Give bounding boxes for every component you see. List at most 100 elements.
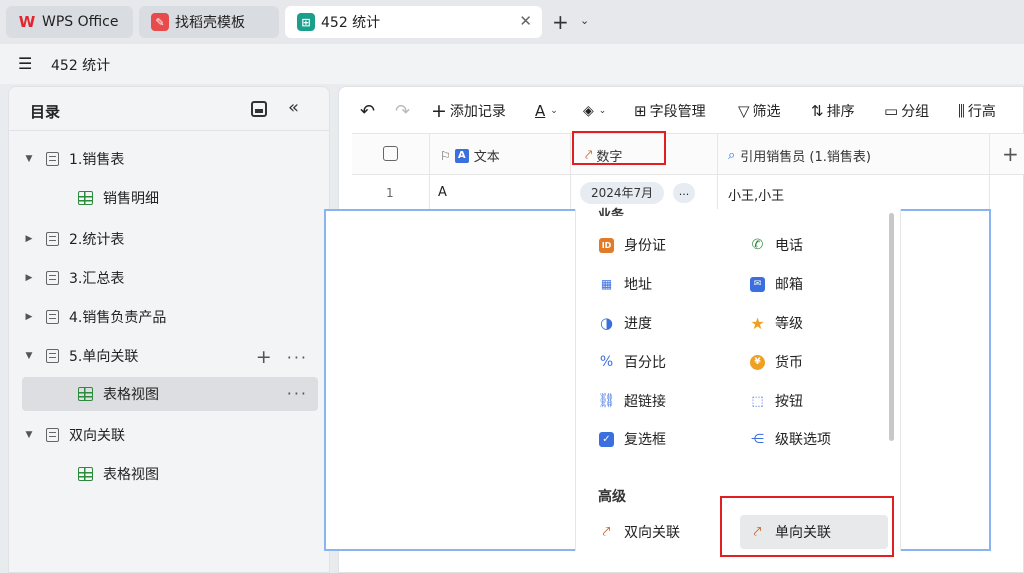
select-all-checkbox[interactable]	[383, 146, 398, 161]
tab-wps-office[interactable]: W WPS Office	[6, 6, 133, 38]
row-actions: + ···	[256, 346, 308, 368]
add-icon[interactable]: +	[256, 346, 274, 368]
option-label: 电话	[775, 238, 803, 254]
link-field-icon: ⤤	[602, 524, 611, 540]
tree-view-table-view[interactable]: 表格视图	[22, 457, 318, 491]
option-label: 货币	[775, 355, 803, 371]
tree-view-table-view-selected[interactable]: 表格视图 ···	[22, 377, 318, 411]
tree-folder-one-way-link[interactable]: ▼ 5.单向关联 + ···	[22, 339, 318, 373]
cascade-icon: ⋲	[751, 431, 764, 447]
tree-view-sales-detail[interactable]: 销售明细	[22, 181, 318, 215]
tree-folder-sales-products[interactable]: ▶ 4.销售负责产品	[22, 300, 318, 334]
expand-arrow-icon[interactable]: ▼	[22, 351, 36, 361]
add-column-icon[interactable]: +	[1002, 142, 1019, 166]
expand-arrow-icon[interactable]: ▶	[22, 234, 36, 244]
tree-folder-stats-table[interactable]: ▶ 2.统计表	[22, 222, 318, 256]
option-id-card[interactable]: ID 身份证	[599, 233, 666, 257]
tab-docer-templates[interactable]: ✎ 找稻壳模板	[139, 6, 279, 38]
cell-ref[interactable]: 小王,小王	[728, 185, 784, 204]
phone-icon: ✆	[751, 237, 764, 253]
new-tab-plus-icon[interactable]: +	[552, 10, 569, 34]
cell-text[interactable]: A	[438, 185, 447, 200]
text-field-icon: A	[454, 148, 469, 163]
undo-button[interactable]: ↶	[360, 100, 378, 122]
filter-button[interactable]: ▽ 筛选	[738, 100, 781, 122]
option-phone[interactable]: ✆ 电话	[750, 233, 803, 257]
more-icon[interactable]: ···	[287, 384, 308, 403]
chevron-down-icon[interactable]: ⌄	[580, 14, 589, 27]
close-icon[interactable]: ✕	[519, 12, 532, 30]
option-rating[interactable]: ★ 等级	[750, 311, 803, 335]
option-checkbox[interactable]: ✓ 复选框	[599, 427, 666, 451]
hamburger-menu-icon[interactable]: ☰	[18, 54, 32, 73]
grid-view-icon	[78, 467, 93, 481]
cell-tag[interactable]: 2024年7月	[580, 182, 665, 204]
redo-button[interactable]: ↷	[395, 100, 413, 122]
column-separator	[989, 133, 990, 219]
font-color-button[interactable]: A ⌄	[535, 100, 558, 122]
option-label: 百分比	[624, 355, 666, 371]
option-two-way-link[interactable]: ⤤ 双向关联	[599, 520, 680, 544]
folder-icon: ▭	[884, 102, 899, 120]
column-label: 文本	[473, 150, 500, 165]
option-label: 双向关联	[624, 525, 680, 541]
cell-more-button[interactable]: ...	[673, 183, 695, 203]
scrollbar[interactable]	[889, 213, 894, 441]
option-hyperlink[interactable]: ⛓ 超链接	[597, 389, 666, 413]
tree-label: 5.单向关联	[69, 349, 139, 365]
option-cascade[interactable]: ⋲ 级联选项	[750, 427, 831, 451]
table-icon	[46, 232, 59, 246]
tab-452-stats[interactable]: ⊞ 452 统计 ✕	[285, 6, 542, 38]
option-button[interactable]: ⬚ 按钮	[750, 389, 803, 413]
tree-folder-two-way-link[interactable]: ▼ 双向关联	[22, 418, 318, 452]
column-header-ref-salesperson[interactable]: ⌕ 引用销售员 (1.销售表)	[728, 146, 871, 165]
column-header-text[interactable]: ⚐ A 文本	[440, 146, 500, 165]
tree-label: 表格视图	[103, 467, 159, 483]
option-label: 级联选项	[775, 432, 831, 448]
group-button[interactable]: ▭ 分组	[884, 100, 929, 122]
tree-folder-sales-table[interactable]: ▼ 1.销售表	[22, 142, 318, 176]
table-icon	[46, 271, 59, 285]
undo-icon: ↶	[360, 100, 376, 122]
currency-icon: ¥	[750, 354, 765, 370]
building-icon: ▦	[600, 277, 613, 291]
column-label: 引用销售员 (1.销售表)	[740, 150, 871, 165]
tree-label: 2.统计表	[69, 232, 125, 248]
more-icon[interactable]: ···	[287, 348, 308, 367]
option-progress[interactable]: ◑ 进度	[599, 311, 652, 335]
option-label: 邮箱	[775, 277, 803, 293]
lookup-field-icon: ⌕	[728, 148, 736, 163]
expand-arrow-icon[interactable]: ▼	[22, 430, 36, 440]
flag-icon: ⚐	[440, 148, 451, 163]
tree-label: 3.汇总表	[69, 271, 125, 287]
fields-grid-icon: ⊞	[634, 102, 647, 120]
sort-button[interactable]: ⇅ 排序	[811, 100, 855, 122]
option-percent[interactable]: % 百分比	[599, 350, 666, 374]
grid-view-icon	[78, 387, 93, 401]
row-height-button[interactable]: ⫼ 行高	[958, 100, 996, 122]
wps-logo-icon: W	[18, 13, 36, 31]
add-record-button[interactable]: + 添加记录	[431, 100, 506, 122]
cursor-icon: ⬚	[751, 393, 764, 409]
option-address[interactable]: ▦ 地址	[599, 272, 652, 296]
tree-label: 4.销售负责产品	[69, 310, 167, 326]
button-label: 筛选	[752, 104, 781, 120]
grid-view-icon	[78, 191, 93, 205]
sort-icon: ⇅	[811, 102, 824, 120]
collapse-sidebar-icon[interactable]: «	[288, 97, 299, 118]
star-icon: ★	[750, 313, 765, 333]
expand-arrow-icon[interactable]: ▼	[22, 154, 36, 164]
expand-arrow-icon[interactable]: ▶	[22, 312, 36, 322]
option-label: 进度	[624, 316, 652, 332]
tree-folder-summary-table[interactable]: ▶ 3.汇总表	[22, 261, 318, 295]
highlight-box	[720, 496, 894, 557]
layout-toggle-icon[interactable]	[251, 101, 267, 117]
fill-color-button[interactable]: ◈ ⌄	[583, 100, 606, 122]
link-icon: ⛓	[597, 393, 616, 409]
option-currency[interactable]: ¥ 货币	[750, 350, 803, 374]
field-manage-button[interactable]: ⊞ 字段管理	[634, 100, 706, 122]
table-icon	[46, 310, 59, 324]
expand-arrow-icon[interactable]: ▶	[22, 273, 36, 283]
column-separator	[717, 133, 718, 219]
option-email[interactable]: ✉ 邮箱	[750, 272, 803, 296]
